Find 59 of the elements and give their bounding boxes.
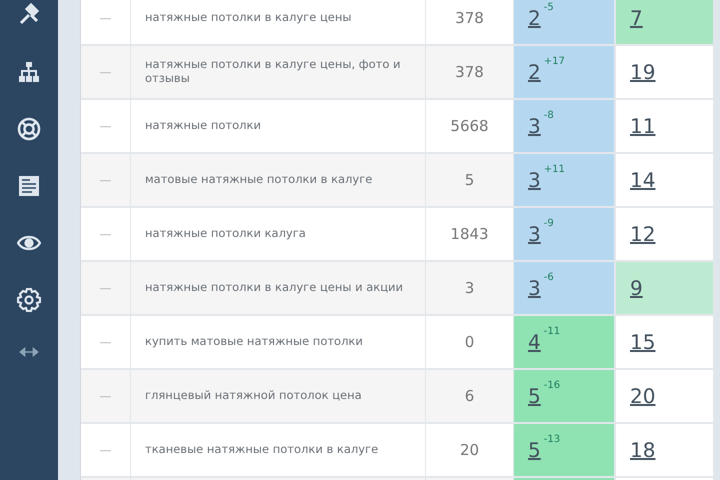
rank-link[interactable]: 7 — [630, 6, 643, 30]
rank-link[interactable]: 19 — [630, 60, 656, 84]
position-change: -5 — [544, 2, 554, 13]
position-link[interactable]: 4 — [528, 330, 541, 354]
rank-link[interactable]: 18 — [630, 438, 656, 462]
frequency-value: 0 — [464, 333, 474, 351]
keyword-text: тканевые натяжные потолки в калуге — [145, 443, 378, 457]
position-change: -16 — [544, 380, 560, 391]
row-dash: — — [100, 173, 112, 187]
frequency-value: 5668 — [450, 117, 489, 135]
position-link[interactable]: 3 — [528, 114, 541, 138]
keyword-text: натяжные потолки — [145, 119, 261, 133]
frequency-value: 6 — [464, 387, 474, 405]
position-change: -11 — [544, 326, 560, 337]
frequency-value: 1843 — [450, 225, 489, 243]
form-icon[interactable] — [17, 174, 41, 198]
keyword-text: натяжные потолки калуга — [145, 227, 306, 241]
rank-link[interactable]: 15 — [630, 330, 656, 354]
keyword-text: глянцевый натяжной потолок цена — [145, 389, 362, 403]
row-dash: — — [100, 389, 112, 403]
row-dash: — — [100, 11, 112, 25]
position-change: -6 — [544, 272, 554, 283]
frequency-value: 20 — [460, 441, 480, 459]
row-dash: — — [100, 65, 112, 79]
position-link[interactable]: 2 — [528, 60, 541, 84]
expand-icon[interactable] — [18, 345, 40, 359]
position-link[interactable]: 3 — [528, 276, 541, 300]
keyword-text: натяжные потолки в калуге цены, фото и отзывы — [145, 58, 402, 86]
rank-link[interactable]: 12 — [630, 222, 656, 246]
frequency-value: 3 — [464, 279, 474, 297]
row-dash: — — [100, 443, 112, 457]
row-dash: — — [100, 119, 112, 133]
rank-link[interactable]: 20 — [630, 384, 656, 408]
frequency-value: 5 — [464, 171, 474, 189]
keyword-text: натяжные потолки в калуге цены — [145, 11, 352, 25]
rank-link[interactable]: 9 — [630, 276, 643, 300]
row-dash: — — [100, 335, 112, 349]
lifebuoy-icon[interactable] — [17, 117, 41, 141]
frequency-value: 378 — [455, 63, 484, 81]
settings-icon[interactable] — [17, 288, 41, 312]
sitemap-icon[interactable] — [17, 60, 41, 84]
rank-link[interactable]: 14 — [630, 168, 656, 192]
position-link[interactable]: 3 — [528, 222, 541, 246]
position-change: -13 — [544, 434, 560, 445]
position-link[interactable]: 2 — [528, 6, 541, 30]
row-dash: — — [100, 227, 112, 241]
position-change: -8 — [544, 110, 554, 121]
rank-link[interactable]: 11 — [630, 114, 656, 138]
keyword-text: натяжные потолки в калуге цены и акции — [145, 281, 403, 295]
position-change: -9 — [544, 218, 554, 229]
position-link[interactable]: 3 — [528, 168, 541, 192]
position-link[interactable]: 5 — [528, 438, 541, 462]
frequency-value: 378 — [455, 9, 484, 27]
row-dash: — — [100, 281, 112, 295]
keyword-text: матовые натяжные потолки в калуге — [145, 173, 372, 187]
position-change: +11 — [544, 164, 565, 175]
position-link[interactable]: 5 — [528, 384, 541, 408]
keyword-text: купить матовые натяжные потолки — [145, 335, 363, 349]
position-change: +17 — [544, 56, 565, 67]
